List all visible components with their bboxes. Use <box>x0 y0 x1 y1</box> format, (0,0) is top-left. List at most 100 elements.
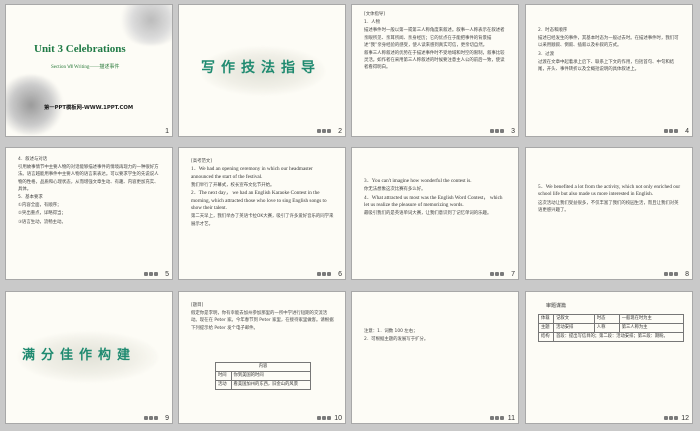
text-line: 4．What attracted us most was the English… <box>364 194 503 209</box>
text-line: [高考范文] <box>191 159 212 164</box>
text-line: 过渡在文章中起着承上启下、联系上下文的作用，包括首句、中句和结尾，开头、事件转折… <box>538 59 675 73</box>
text-line: 2．时态和顺序 <box>538 28 568 33</box>
slide-thumbnail-2[interactable]: 写作技法指导 2 <box>178 4 346 137</box>
slide-thumbnail-4[interactable]: 2．时态和顺序 描述已经发生的事件，其基本时态为一般过去时。在描述事件时，我们可… <box>525 4 693 137</box>
slide-thumbnail-3[interactable]: [文体指导] 1．人物 描述事件时一般以第一或第三人称角度来叙述。叙事一人称表示… <box>351 4 519 137</box>
nav-buttons <box>144 272 158 276</box>
slide-number: 6 <box>338 271 342 278</box>
text-line: 叙事三人称叙述的优势在于描述事件时不受地域和时空的限制，叙事比较灵活。如作者在采… <box>364 51 505 71</box>
nav-buttons <box>317 416 331 420</box>
text-line: 注意：1．词数 100 左右； <box>364 329 418 334</box>
slide-thumbnail-6[interactable]: [高考范文] 1．We had an opening ceremony in w… <box>178 147 346 280</box>
text-line: 引用故事情节中主要人物的对话能够描述事件的情境再现力的一种很好方法。语言越能用事… <box>18 165 159 192</box>
text-line: 第二天早上，我们举办了英语卡拉OK大赛，吸引了许多爱好音乐的同学来展示才艺。 <box>191 214 334 227</box>
text-line: 这次活动让我们受益很多，不仅丰富了我们的校园生活，而且让我们对英语更感兴趣了。 <box>538 200 679 214</box>
ink-wash-decoration <box>116 5 172 45</box>
table-cell: 首段：提出写信目的；第二段：活动安排；第三段：期盼。 <box>553 332 684 342</box>
slide-sorter: Unit 3 Celebrations Section Ⅶ Writing——描… <box>0 0 700 431</box>
slide-number: 7 <box>511 271 515 278</box>
table-cell: 结构 <box>537 332 555 342</box>
table-cell: 记叙文 <box>553 314 595 324</box>
text-line: 1．We had an opening ceremony in which ou… <box>191 166 313 180</box>
text-line: [题目] <box>191 303 204 308</box>
nav-buttons <box>490 129 504 133</box>
text-line: 描述事件时一般以第一或第三人称角度来叙述。叙事一人称表示在叙述者亲眼所见、亲耳所… <box>364 28 505 48</box>
text-line: 5．We benefited a lot from the activity, … <box>538 184 681 198</box>
slide-body: 5．We benefited a lot from the activity, … <box>538 184 682 215</box>
slide-title: Unit 3 Celebrations <box>34 43 126 55</box>
slide-number: 8 <box>685 271 689 278</box>
slide-thumbnail-8[interactable]: 5．We benefited a lot from the activity, … <box>525 147 693 280</box>
slide-thumbnail-10[interactable]: [题目] 假定你是李明，你有幸能去加州参加那里的一所中学进行短期的交流活动。现在… <box>178 291 346 424</box>
table-row: 活动 看美国加州的东西，旧金山的风景 <box>215 380 312 390</box>
slide-number: 12 <box>681 415 689 422</box>
slide-number: 10 <box>334 415 342 422</box>
table-cell: 主题 <box>537 323 555 333</box>
table-cell: 时态 <box>593 314 620 324</box>
slide-number: 1 <box>165 128 169 135</box>
text-line: ②突出重点，详略得当； <box>18 211 66 217</box>
nav-buttons <box>664 416 678 420</box>
text-line: 5．基本要求 <box>18 195 43 201</box>
slide-thumbnail-5[interactable]: 4．叙述与对话 引用故事情节中主要人物的对话能够描述事件的情境再现力的一种很好方… <box>5 147 173 280</box>
table-header: 内容 <box>215 362 311 372</box>
slide-body: [文体指导] 1．人物 描述事件时一般以第一或第三人称角度来叙述。叙事一人称表示… <box>364 11 508 73</box>
slide-body: 2．时态和顺序 描述已经发生的事件，其基本时态为一般过去时。在描述事件时，我们可… <box>538 27 682 74</box>
table-cell: 体裁 <box>537 314 555 324</box>
nav-buttons <box>664 129 678 133</box>
text-line: 1．人物 <box>364 20 380 26</box>
slide-number: 5 <box>165 271 169 278</box>
content-table: 内容 时间 你到美国的时间 活动 看美国加州的东西，旧金山的风景 <box>215 362 312 390</box>
slide-thumbnail-11[interactable]: 注意：1．词数 100 左右； 2．可根据主题的发展写于扩分。 11 <box>351 291 519 424</box>
text-line: ①内容全面，有顺序； <box>18 203 62 209</box>
slide-number: 4 <box>685 128 689 135</box>
text-line: 描述已经发生的事件，其基本时态为一般过去时。在描述事件时，我们可以采用顺叙、倒叙… <box>538 36 679 49</box>
nav-buttons <box>490 416 504 420</box>
text-line: 你无法想象这次比赛有多么好。 <box>364 187 426 193</box>
table-cell: 看美国加州的东西，旧金山的风景 <box>230 380 312 390</box>
slide-thumbnail-12[interactable]: 审题谋篇 体裁 记叙文 时态 一般现在时为主 主题 活动安排 人称 第三人称为主… <box>525 291 693 424</box>
text-line: 3．过渡 <box>538 51 554 57</box>
slide-subtitle: Section Ⅶ Writing——描述事件 <box>51 65 120 70</box>
slide-body: [高考范文] 1．We had an opening ceremony in w… <box>191 158 335 229</box>
slide-body: 3．You can't imagine how wonderful the co… <box>364 178 508 219</box>
nav-buttons <box>490 272 504 276</box>
slide-footer: 第一PPT模板网-WWW.1PPT.COM <box>44 105 134 111</box>
slide-number: 3 <box>511 128 515 135</box>
nav-buttons <box>664 272 678 276</box>
table-row: 结构 首段：提出写信目的；第二段：活动安排；第三段：期盼。 <box>537 332 684 342</box>
table-cell: 人称 <box>593 323 620 333</box>
analysis-table: 体裁 记叙文 时态 一般现在时为主 主题 活动安排 人称 第三人称为主 结构 首… <box>537 314 685 342</box>
text-line: 最吸引我们的是英语单词大赛，让我们意识到了记忆单词的乐趣。 <box>364 211 492 217</box>
text-line: 2．The next day， we had an English Karaok… <box>191 190 327 212</box>
slide-title: 写作技法指导 <box>201 60 321 76</box>
text-line: 我们举行了开幕式，校长宣布文化节开始。 <box>191 183 275 189</box>
slide-body: [题目] 假定你是李明，你有幸能去加州参加那里的一所中学进行短期的交流活动。现在… <box>191 302 335 333</box>
table-cell: 第三人称为主 <box>618 323 685 333</box>
slide-thumbnail-7[interactable]: 3．You can't imagine how wonderful the co… <box>351 147 519 280</box>
table-cell: 你到美国的时间 <box>230 371 312 381</box>
slide-body: 4．叙述与对话 引用故事情节中主要人物的对话能够描述事件的情境再现力的一种很好方… <box>18 156 162 227</box>
text-line: 2．可根据主题的发展写于扩分。 <box>364 337 429 343</box>
nav-buttons <box>144 416 158 420</box>
table-row: 主题 活动安排 人称 第三人称为主 <box>537 323 685 333</box>
slide-number: 11 <box>507 415 515 422</box>
table-cell: 一般现在时为主 <box>618 314 685 324</box>
slide-number: 2 <box>338 128 342 135</box>
slide-body: 注意：1．词数 100 左右； 2．可根据主题的发展写于扩分。 <box>364 328 508 344</box>
table-cell: 活动安排 <box>553 323 595 333</box>
slide-number: 9 <box>165 415 169 422</box>
slide-title: 满分佳作构建 <box>22 348 137 363</box>
text-line: ③语言生动，流畅主动。 <box>18 219 66 225</box>
text-line: 3．You can't imagine how wonderful the co… <box>364 178 472 184</box>
table-cell: 活动 <box>215 380 232 390</box>
table-row: 时间 你到美国的时间 <box>215 371 312 381</box>
text-line: [文体指导] <box>364 12 385 17</box>
text-line: 假定你是李明，你有幸能去加州参加那里的一所中学进行短期的交流活动。现在在 Pet… <box>191 311 334 331</box>
slide-thumbnail-9[interactable]: 满分佳作构建 9 <box>5 291 173 424</box>
text-line: 4．叙述与对话 <box>18 157 48 162</box>
nav-buttons <box>317 129 331 133</box>
nav-buttons <box>317 272 331 276</box>
table-cell: 时间 <box>215 371 232 381</box>
slide-thumbnail-1[interactable]: Unit 3 Celebrations Section Ⅶ Writing——描… <box>5 4 173 137</box>
